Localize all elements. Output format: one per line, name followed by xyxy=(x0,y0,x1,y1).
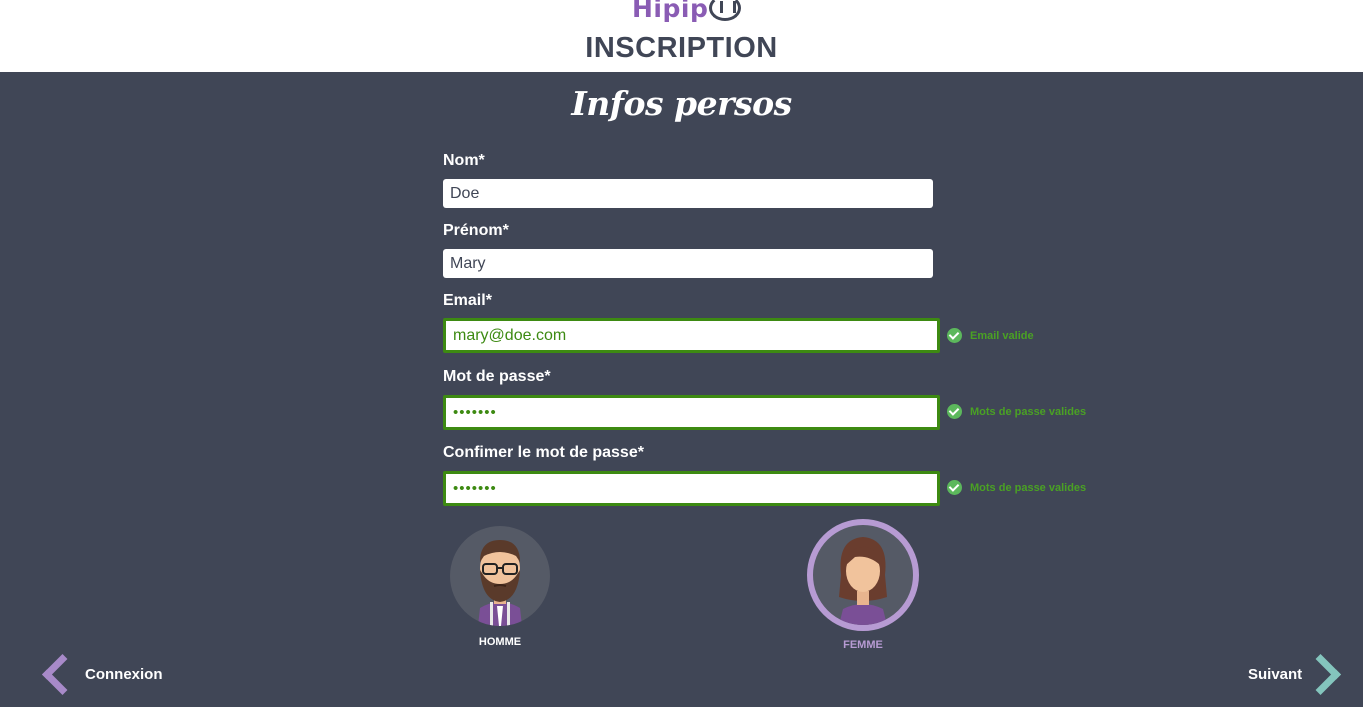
logo: Hipip xyxy=(632,0,742,24)
female-avatar-icon xyxy=(839,537,887,625)
password-value: ••••••• xyxy=(453,404,497,421)
password-confirm-value: ••••••• xyxy=(453,480,497,497)
page-title: INSCRIPTION xyxy=(585,32,778,64)
logo-text: Hipip xyxy=(632,0,709,23)
prenom-input[interactable]: Mary xyxy=(443,249,933,278)
check-circle-icon xyxy=(947,328,962,343)
nom-value: Doe xyxy=(450,184,480,202)
check-circle-icon xyxy=(947,404,962,419)
password-confirm-validation-text: Mots de passe valides xyxy=(970,481,1087,494)
gender-option-female[interactable]: FEMME xyxy=(807,519,919,651)
suivant-link[interactable]: Suivant xyxy=(1248,653,1342,696)
check-circle-icon xyxy=(947,480,962,495)
password-confirm-validation: Mots de passe valides xyxy=(947,480,1086,495)
email-validation: Email valide xyxy=(947,328,1034,343)
password-input[interactable]: ••••••• xyxy=(443,395,940,430)
email-validation-text: Email valide xyxy=(970,329,1034,342)
password-validation: Mots de passe valides xyxy=(947,404,1086,419)
password-label: Mot de passe* xyxy=(443,368,551,385)
prenom-value: Mary xyxy=(450,254,486,272)
gender-option-male[interactable]: HOMME xyxy=(450,526,550,648)
section-title: Infos persos xyxy=(571,84,792,123)
female-avatar[interactable] xyxy=(807,519,919,631)
nom-input[interactable]: Doe xyxy=(443,179,933,208)
email-value: mary@doe.com xyxy=(453,326,567,344)
female-label: FEMME xyxy=(843,639,883,651)
logo-mark-icon xyxy=(709,0,742,21)
prenom-label: Prénom* xyxy=(443,222,509,239)
password-confirm-label: Confimer le mot de passe* xyxy=(443,444,644,461)
password-validation-text: Mots de passe valides xyxy=(970,405,1087,418)
male-avatar[interactable] xyxy=(450,526,550,626)
suivant-label: Suivant xyxy=(1248,666,1303,683)
connexion-link[interactable]: Connexion xyxy=(40,653,163,696)
chevron-left-icon xyxy=(41,653,84,696)
nom-label: Nom* xyxy=(443,152,485,169)
chevron-right-icon xyxy=(1300,653,1342,696)
male-label: HOMME xyxy=(478,636,522,648)
connexion-label: Connexion xyxy=(85,666,163,683)
header-bar: Hipip INSCRIPTION xyxy=(0,0,1363,72)
email-input[interactable]: mary@doe.com xyxy=(443,318,940,353)
password-confirm-input[interactable]: ••••••• xyxy=(443,471,940,506)
email-label: Email* xyxy=(443,292,492,309)
male-avatar-icon xyxy=(478,540,522,626)
